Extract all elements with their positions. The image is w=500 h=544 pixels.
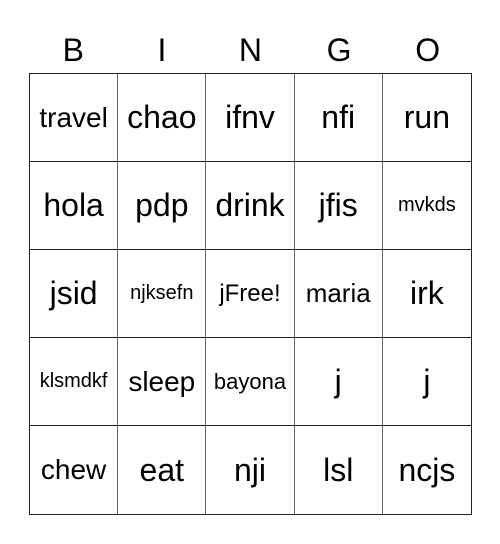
bingo-cell[interactable]: hola (30, 162, 119, 250)
bingo-cell[interactable]: nji (206, 426, 295, 514)
bingo-cell[interactable]: j (294, 338, 383, 426)
bingo-cell[interactable]: lsl (295, 426, 383, 514)
header-letter-g: G (326, 32, 352, 68)
bingo-cell[interactable]: sleep (118, 338, 207, 426)
bingo-cell[interactable]: bayona (206, 338, 295, 426)
bingo-cell[interactable]: klsmdkf (30, 338, 119, 426)
bingo-cell-free[interactable]: jFree! (206, 250, 295, 338)
bingo-cell[interactable]: ifnv (206, 74, 295, 162)
bingo-cell[interactable]: maria (294, 250, 383, 338)
bingo-cell[interactable]: chao (118, 74, 207, 162)
bingo-cell[interactable]: travel (30, 74, 119, 162)
header-letter-o: O (415, 32, 441, 68)
bingo-grid: travel chao ifnv nfi run hola pdp drink … (29, 73, 472, 515)
header-letter-b: B (62, 32, 84, 68)
bingo-cell[interactable]: pdp (118, 162, 207, 250)
header-letter-i: I (157, 32, 167, 68)
bingo-cell[interactable]: nfi (294, 74, 383, 162)
bingo-cell[interactable]: irk (382, 250, 471, 338)
bingo-cell[interactable]: drink (206, 162, 295, 250)
bingo-cell[interactable]: jfis (294, 162, 383, 250)
bingo-cell[interactable]: run (382, 74, 471, 162)
bingo-cell[interactable]: j (382, 338, 471, 426)
header-letter-n: N (238, 32, 263, 68)
bingo-header: B I N G O (29, 30, 472, 70)
bingo-cell[interactable]: jsid (30, 250, 119, 338)
bingo-cell[interactable]: chew (30, 426, 119, 514)
bingo-cell[interactable]: njksefn (118, 250, 207, 338)
bingo-cell[interactable]: eat (118, 426, 207, 514)
bingo-cell[interactable]: ncjs (383, 426, 471, 514)
bingo-cell[interactable]: mvkds (382, 162, 471, 250)
